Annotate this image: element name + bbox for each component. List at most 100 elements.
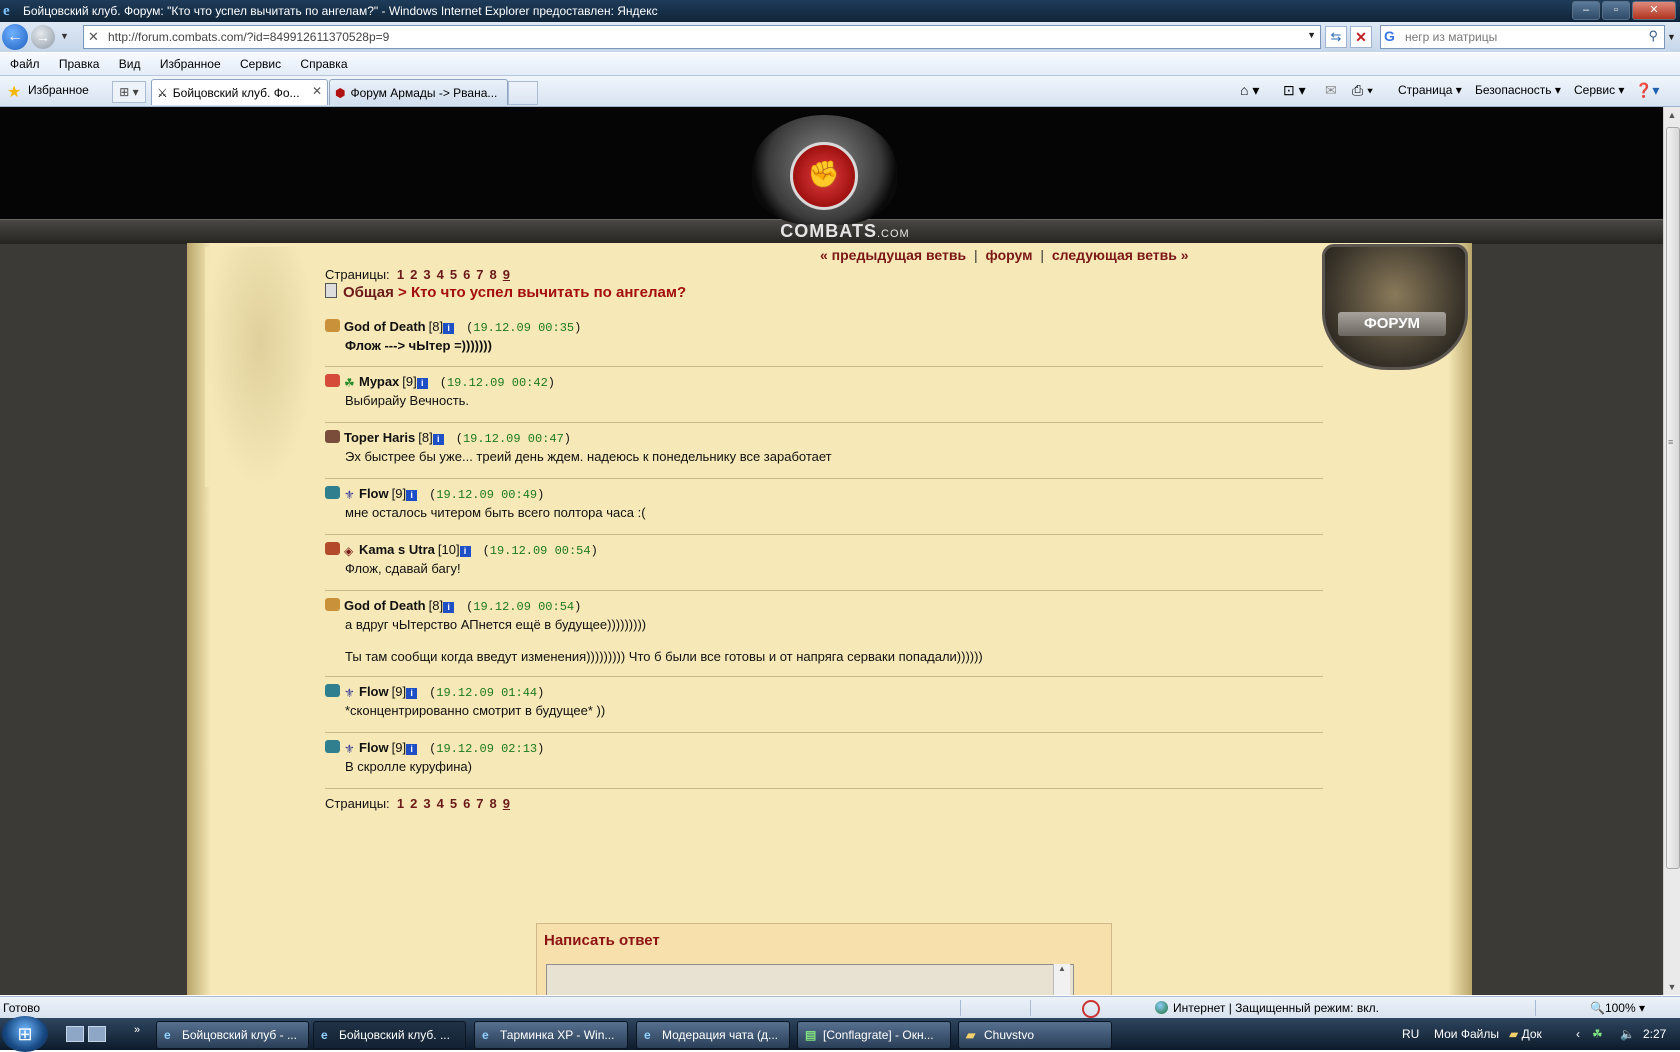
clan-icon[interactable] <box>325 319 340 332</box>
minimize-button[interactable]: – <box>1572 1 1600 20</box>
clock[interactable]: 2:27 <box>1643 1027 1666 1041</box>
clan-icon[interactable] <box>325 740 340 753</box>
scroll-down-icon[interactable]: ▼ <box>1666 982 1678 992</box>
page-link-2[interactable]: 2 <box>410 796 417 811</box>
tab-close-icon[interactable]: ✕ <box>312 84 322 98</box>
post-author[interactable]: Flow <box>359 486 389 501</box>
page-menu[interactable]: Страница ▾ <box>1398 83 1462 97</box>
tab-armada-forum[interactable]: ⬢ Форум Армады -> Рвана... <box>329 79 508 105</box>
tab-combats-forum[interactable]: ⚔ Бойцовский клуб. Фо... ✕ <box>151 79 328 105</box>
favorites-button[interactable]: Избранное <box>28 83 89 97</box>
search-field[interactable]: G ⚲ <box>1380 25 1665 49</box>
page-link-4[interactable]: 4 <box>437 267 444 282</box>
page-link-7[interactable]: 7 <box>476 267 483 282</box>
page-link-1[interactable]: 1 <box>397 267 404 282</box>
clan-icon[interactable] <box>325 430 340 443</box>
clan-icon[interactable] <box>325 542 340 555</box>
stop-button[interactable]: ✕ <box>1350 26 1372 48</box>
info-icon[interactable]: i <box>443 602 455 613</box>
clan-icon[interactable] <box>325 374 340 387</box>
info-icon[interactable]: i <box>443 323 455 334</box>
search-options-dropdown[interactable]: ▼ <box>1667 32 1676 42</box>
menu-file[interactable]: Файл <box>10 53 40 75</box>
page-link-6[interactable]: 6 <box>463 267 470 282</box>
info-icon[interactable]: i <box>416 378 428 389</box>
taskbar-item[interactable]: e Тарминка XP - Win... <box>474 1021 628 1049</box>
security-zone[interactable]: Интернет | Защищенный режим: вкл. <box>1155 1001 1379 1015</box>
help-icon[interactable]: ❓▾ <box>1635 82 1659 99</box>
url-dropdown-icon[interactable]: ▼ <box>1307 30 1316 40</box>
volume-icon[interactable]: 🔈 <box>1620 1027 1635 1041</box>
post-author[interactable]: Kama s Utra <box>359 542 435 557</box>
maximize-button[interactable]: ▫ <box>1602 1 1630 20</box>
taskbar-item[interactable]: e Бойцовский клуб - ... <box>156 1021 309 1049</box>
menu-favorites[interactable]: Избранное <box>160 53 221 75</box>
post-author[interactable]: Мурах <box>359 374 399 389</box>
zoom-level[interactable]: 🔍100% ▾ <box>1590 1001 1645 1015</box>
page-link-7[interactable]: 7 <box>476 796 483 811</box>
clan-icon[interactable] <box>325 598 340 611</box>
reply-textarea[interactable] <box>546 964 1074 995</box>
menu-edit[interactable]: Правка <box>59 53 100 75</box>
post-author[interactable]: Flow <box>359 684 389 699</box>
page-link-1[interactable]: 1 <box>397 796 404 811</box>
home-icon[interactable]: ⌂ ▾ <box>1240 82 1259 99</box>
refresh-button[interactable]: ⇆ <box>1325 26 1347 48</box>
quicklaunch-more-icon[interactable]: » <box>134 1024 140 1036</box>
my-files-toolbar[interactable]: Мои Файлы <box>1434 1027 1499 1041</box>
info-icon[interactable]: i <box>432 434 444 445</box>
page-link-4[interactable]: 4 <box>437 796 444 811</box>
post-author[interactable]: God of Death <box>344 319 426 334</box>
post-author[interactable]: Flow <box>359 740 389 755</box>
page-scrollbar[interactable]: ▲ ≡ ▼ <box>1663 107 1680 995</box>
mail-icon[interactable]: ✉ <box>1325 82 1337 99</box>
taskbar-item[interactable]: ▰ Chuvstvo <box>958 1021 1112 1049</box>
tray-expand-icon[interactable]: ‹ <box>1576 1027 1580 1041</box>
quicklaunch-desktop-icon[interactable] <box>66 1026 84 1042</box>
page-link-5[interactable]: 5 <box>450 267 457 282</box>
post-author[interactable]: Toper Haris <box>344 430 415 445</box>
page-link-8[interactable]: 8 <box>490 267 497 282</box>
favorites-star-icon[interactable]: ★ <box>7 82 21 102</box>
print-icon[interactable]: ⎙ ▾ <box>1352 82 1373 99</box>
info-icon[interactable]: i <box>406 744 418 755</box>
next-thread-link[interactable]: следующая ветвь » <box>1052 247 1189 263</box>
page-link-5[interactable]: 5 <box>450 796 457 811</box>
menu-view[interactable]: Вид <box>119 53 141 75</box>
new-tab-button[interactable] <box>508 81 538 105</box>
back-button[interactable]: ← <box>2 24 28 50</box>
forum-link[interactable]: форум <box>986 247 1033 263</box>
clan-icon[interactable] <box>325 684 340 697</box>
page-link-3[interactable]: 3 <box>423 796 430 811</box>
taskbar-item[interactable]: ▤ [Conflagrate] - Окн... <box>797 1021 951 1049</box>
page-link-8[interactable]: 8 <box>490 796 497 811</box>
taskbar-item[interactable]: e Модерация чата (д... <box>636 1021 790 1049</box>
scroll-up-icon[interactable]: ▲ <box>1666 110 1678 120</box>
info-icon[interactable]: i <box>459 546 471 557</box>
info-icon[interactable]: i <box>406 688 418 699</box>
search-icon[interactable]: ⚲ <box>1648 28 1658 44</box>
tools-menu[interactable]: Сервис ▾ <box>1574 83 1624 97</box>
url-input[interactable] <box>106 27 1280 47</box>
documents-toolbar[interactable]: ▰ Док <box>1509 1027 1542 1041</box>
close-window-button[interactable]: ✕ <box>1632 1 1676 20</box>
info-icon[interactable]: i <box>406 490 418 501</box>
clan-icon[interactable] <box>325 486 340 499</box>
post-author[interactable]: God of Death <box>344 598 426 613</box>
prev-thread-link[interactable]: « предыдущая ветвь <box>820 247 966 263</box>
taskbar-item[interactable]: e Бойцовский клуб. ... <box>313 1021 466 1049</box>
page-link-6[interactable]: 6 <box>463 796 470 811</box>
language-indicator[interactable]: RU <box>1402 1027 1419 1041</box>
quicklaunch-explorer-icon[interactable] <box>88 1026 106 1042</box>
page-link-2[interactable]: 2 <box>410 267 417 282</box>
reply-scrollbar[interactable]: ▲ <box>1053 964 1070 995</box>
search-input[interactable] <box>1403 27 1637 47</box>
safety-menu[interactable]: Безопасность ▾ <box>1475 83 1561 97</box>
feeds-icon[interactable]: ⊡ ▾ <box>1283 82 1306 99</box>
site-logo-text[interactable]: COMBATS.COM <box>775 219 915 246</box>
section-link[interactable]: Общая <box>343 284 394 301</box>
tray-app-icon[interactable]: ☘ <box>1592 1027 1603 1041</box>
quick-tabs-button[interactable]: ⊞ ▾ <box>112 81 146 103</box>
address-field[interactable]: ✕ ▼ <box>83 25 1321 49</box>
scrollbar-thumb[interactable] <box>1666 127 1680 869</box>
